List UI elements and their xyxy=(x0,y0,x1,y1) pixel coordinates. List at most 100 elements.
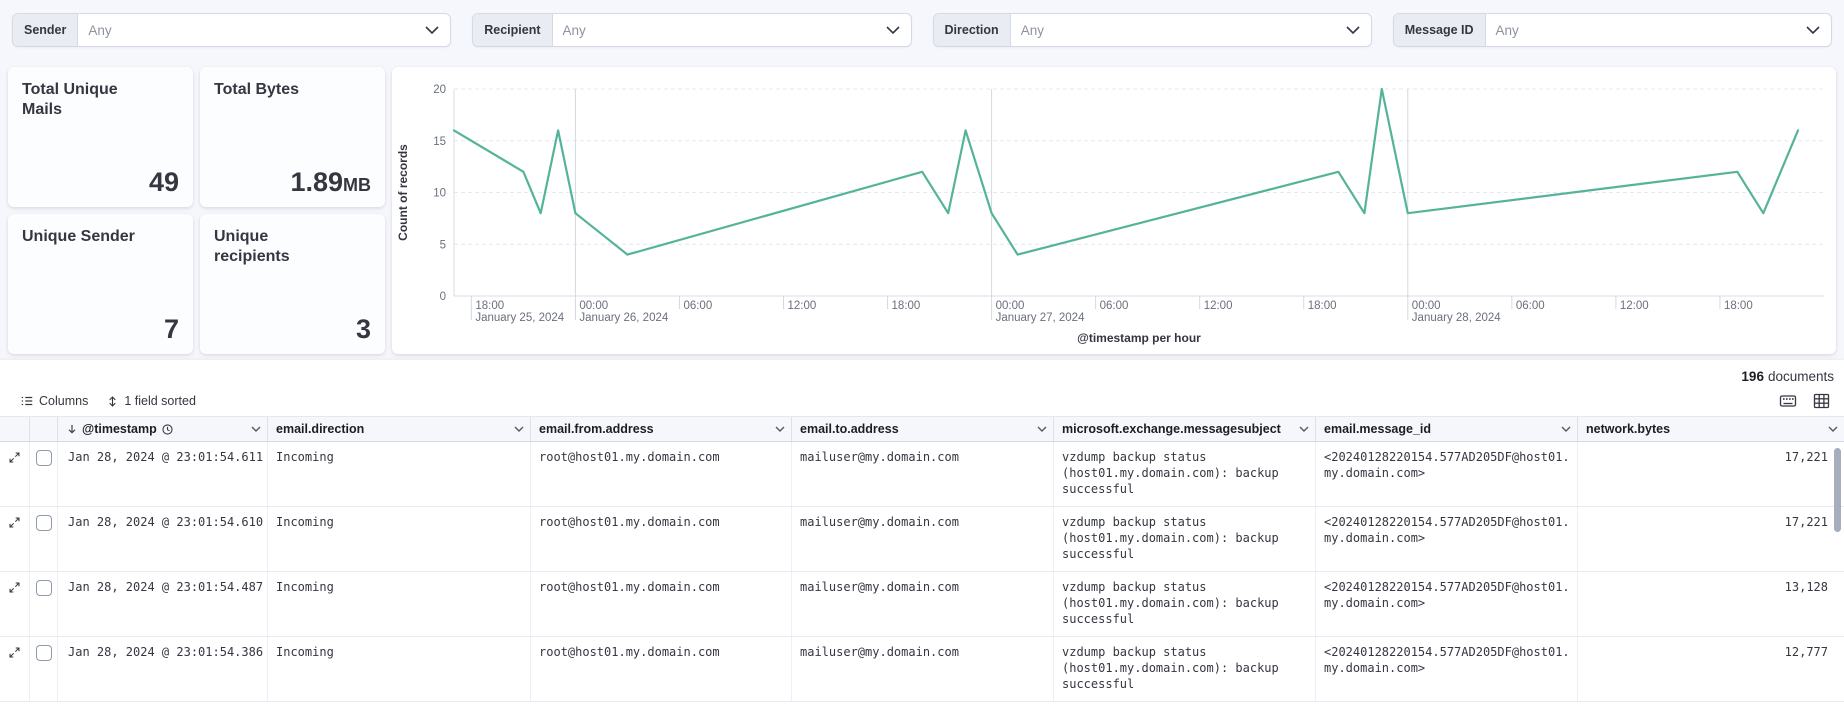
chevron-down-icon[interactable] xyxy=(1828,426,1838,432)
chevron-down-icon[interactable] xyxy=(1561,426,1571,432)
expand-row-button[interactable] xyxy=(8,516,21,529)
records-chart-panel: 0 5 10 15 20 18:00 January 25, 2024 00:00 Januar… xyxy=(392,67,1836,354)
svg-text:January 26, 2024: January 26, 2024 xyxy=(579,312,668,324)
cell-email-direction: Incoming xyxy=(268,572,531,636)
cell-email-message-id: <20240128220154.577AD205DF@host01.my.dom… xyxy=(1316,442,1578,506)
cell-message-subject: vzdump backup status (host01.my.domain.c… xyxy=(1054,572,1316,636)
expand-row-icon xyxy=(9,582,20,593)
chevron-down-icon xyxy=(885,14,911,46)
cell-timestamp: Jan 28, 2024 @ 23:01:54.487 xyxy=(58,572,268,636)
svg-text:06:00: 06:00 xyxy=(1516,300,1545,312)
row-checkbox[interactable] xyxy=(35,645,52,661)
row-select-cell xyxy=(30,442,58,506)
cell-timestamp: Jan 28, 2024 @ 23:01:54.611 xyxy=(58,442,268,506)
cell-email-from-address: root@host01.my.domain.com xyxy=(531,637,792,701)
cell-email-message-id: <20240128220154.577AD205DF@host01.my.dom… xyxy=(1316,507,1578,571)
column-header-message-subject[interactable]: microsoft.exchange.messagesubject xyxy=(1054,417,1316,441)
cell-email-to-address: mailuser@my.domain.com xyxy=(792,507,1054,571)
documents-count-row: 196 documents xyxy=(0,360,1844,386)
chevron-down-icon[interactable] xyxy=(775,426,785,432)
display-options-button[interactable] xyxy=(1813,393,1830,409)
filter-recipient-label: Recipient xyxy=(473,14,553,46)
chevron-down-icon[interactable] xyxy=(514,426,524,432)
chevron-down-icon[interactable] xyxy=(1037,426,1047,432)
metrics-grid: Total Unique Mails 49 Total Bytes 1.89MB… xyxy=(8,67,385,354)
dashboard-body: Total Unique Mails 49 Total Bytes 1.89MB… xyxy=(8,67,1836,354)
row-checkbox[interactable] xyxy=(35,580,52,596)
sorted-fields-button[interactable]: 1 field sorted xyxy=(106,394,196,408)
column-header-email-to-address[interactable]: email.to.address xyxy=(792,417,1054,441)
metric-title: Total Unique Mails xyxy=(22,81,118,119)
row-checkbox[interactable] xyxy=(35,515,52,531)
filter-recipient[interactable]: Recipient Any xyxy=(472,13,912,47)
expand-row-button[interactable] xyxy=(8,451,21,464)
metric-total-bytes: Total Bytes 1.89MB xyxy=(200,67,385,207)
row-expand-cell xyxy=(0,442,30,506)
expand-row-button[interactable] xyxy=(8,646,21,659)
chevron-down-icon[interactable] xyxy=(251,426,261,432)
cell-message-subject: vzdump backup status (host01.my.domain.c… xyxy=(1054,442,1316,506)
filter-direction-label: Direction xyxy=(933,14,1011,46)
table-row: Jan 28, 2024 @ 23:01:54.611 Incoming root@… xyxy=(0,442,1844,507)
row-expand-cell xyxy=(0,572,30,636)
column-header-network-bytes[interactable]: network.bytes xyxy=(1578,417,1844,441)
row-select-cell xyxy=(30,637,58,701)
metric-unique-sender: Unique Sender 7 xyxy=(8,214,193,354)
cell-network-bytes: 17,221 xyxy=(1784,450,1828,464)
svg-text:00:00: 00:00 xyxy=(1412,300,1441,312)
row-select-cell xyxy=(30,507,58,571)
count-of-records-line xyxy=(452,87,1800,256)
keyboard-icon xyxy=(1779,395,1797,407)
filter-direction-value: Any xyxy=(1020,22,1044,38)
documents-count: 196 xyxy=(1741,368,1764,384)
list-icon xyxy=(21,396,33,406)
svg-text:20: 20 xyxy=(433,84,446,96)
svg-text:0: 0 xyxy=(440,291,446,303)
filter-recipient-value: Any xyxy=(562,22,586,38)
metric-title: Total Bytes xyxy=(214,81,300,98)
records-line-chart: 0510152018:00January 25, 202400:00Januar… xyxy=(396,84,1824,345)
svg-text:00:00: 00:00 xyxy=(996,300,1025,312)
svg-text:January 28, 2024: January 28, 2024 xyxy=(1412,312,1501,324)
svg-text:10: 10 xyxy=(433,188,446,200)
row-expand-cell xyxy=(0,637,30,701)
filter-message-id[interactable]: Message ID Any xyxy=(1392,13,1832,47)
columns-button[interactable]: Columns xyxy=(20,394,88,408)
metric-value: 49 xyxy=(148,167,179,197)
table-header: @timestamp email.direction email.from.ad… xyxy=(0,416,1844,442)
cell-network-bytes: 17,221 xyxy=(1784,515,1828,529)
chevron-down-icon xyxy=(1346,14,1371,46)
row-checkbox[interactable] xyxy=(35,450,52,466)
column-header-email-direction[interactable]: email.direction xyxy=(268,417,531,441)
table-row: Jan 28, 2024 @ 23:01:54.487 Incoming root@… xyxy=(0,572,1844,637)
cell-email-direction: Incoming xyxy=(268,637,531,701)
svg-text:12:00: 12:00 xyxy=(1620,300,1649,312)
chevron-down-icon[interactable] xyxy=(1299,426,1309,432)
column-header-email-message-id[interactable]: email.message_id xyxy=(1316,417,1578,441)
chevron-down-icon xyxy=(1806,14,1831,46)
clock-icon xyxy=(162,423,173,435)
expand-row-icon xyxy=(9,517,20,528)
cell-email-from-address: root@host01.my.domain.com xyxy=(531,442,792,506)
keyboard-shortcuts-button[interactable] xyxy=(1779,393,1797,409)
table-body: Jan 28, 2024 @ 23:01:54.611 Incoming root@… xyxy=(0,442,1844,702)
chevron-down-icon xyxy=(425,14,450,46)
sort-desc-icon xyxy=(68,424,76,434)
filter-bar: Sender Any Recipient Any Direction Any M… xyxy=(0,0,1844,47)
filter-direction[interactable]: Direction Any xyxy=(932,13,1372,47)
column-header-email-from-address[interactable]: email.from.address xyxy=(531,417,792,441)
svg-text:@timestamp per hour: @timestamp per hour xyxy=(1077,331,1201,345)
row-expand-cell xyxy=(0,507,30,571)
expand-row-button[interactable] xyxy=(8,581,21,594)
filter-sender[interactable]: Sender Any xyxy=(12,13,452,47)
svg-text:January 25, 2024: January 25, 2024 xyxy=(475,312,564,324)
row-select-cell xyxy=(30,572,58,636)
cell-email-from-address: root@host01.my.domain.com xyxy=(531,572,792,636)
filter-message-id-label: Message ID xyxy=(1393,14,1486,46)
svg-text:January 27, 2024: January 27, 2024 xyxy=(996,312,1085,324)
vertical-scrollbar-thumb[interactable] xyxy=(1834,448,1841,532)
cell-message-subject: vzdump backup status (host01.my.domain.c… xyxy=(1054,637,1316,701)
metric-title: Unique Sender xyxy=(22,228,135,245)
grid-toolbar: Columns 1 field sorted xyxy=(0,386,1844,416)
column-header-timestamp[interactable]: @timestamp xyxy=(58,417,268,441)
